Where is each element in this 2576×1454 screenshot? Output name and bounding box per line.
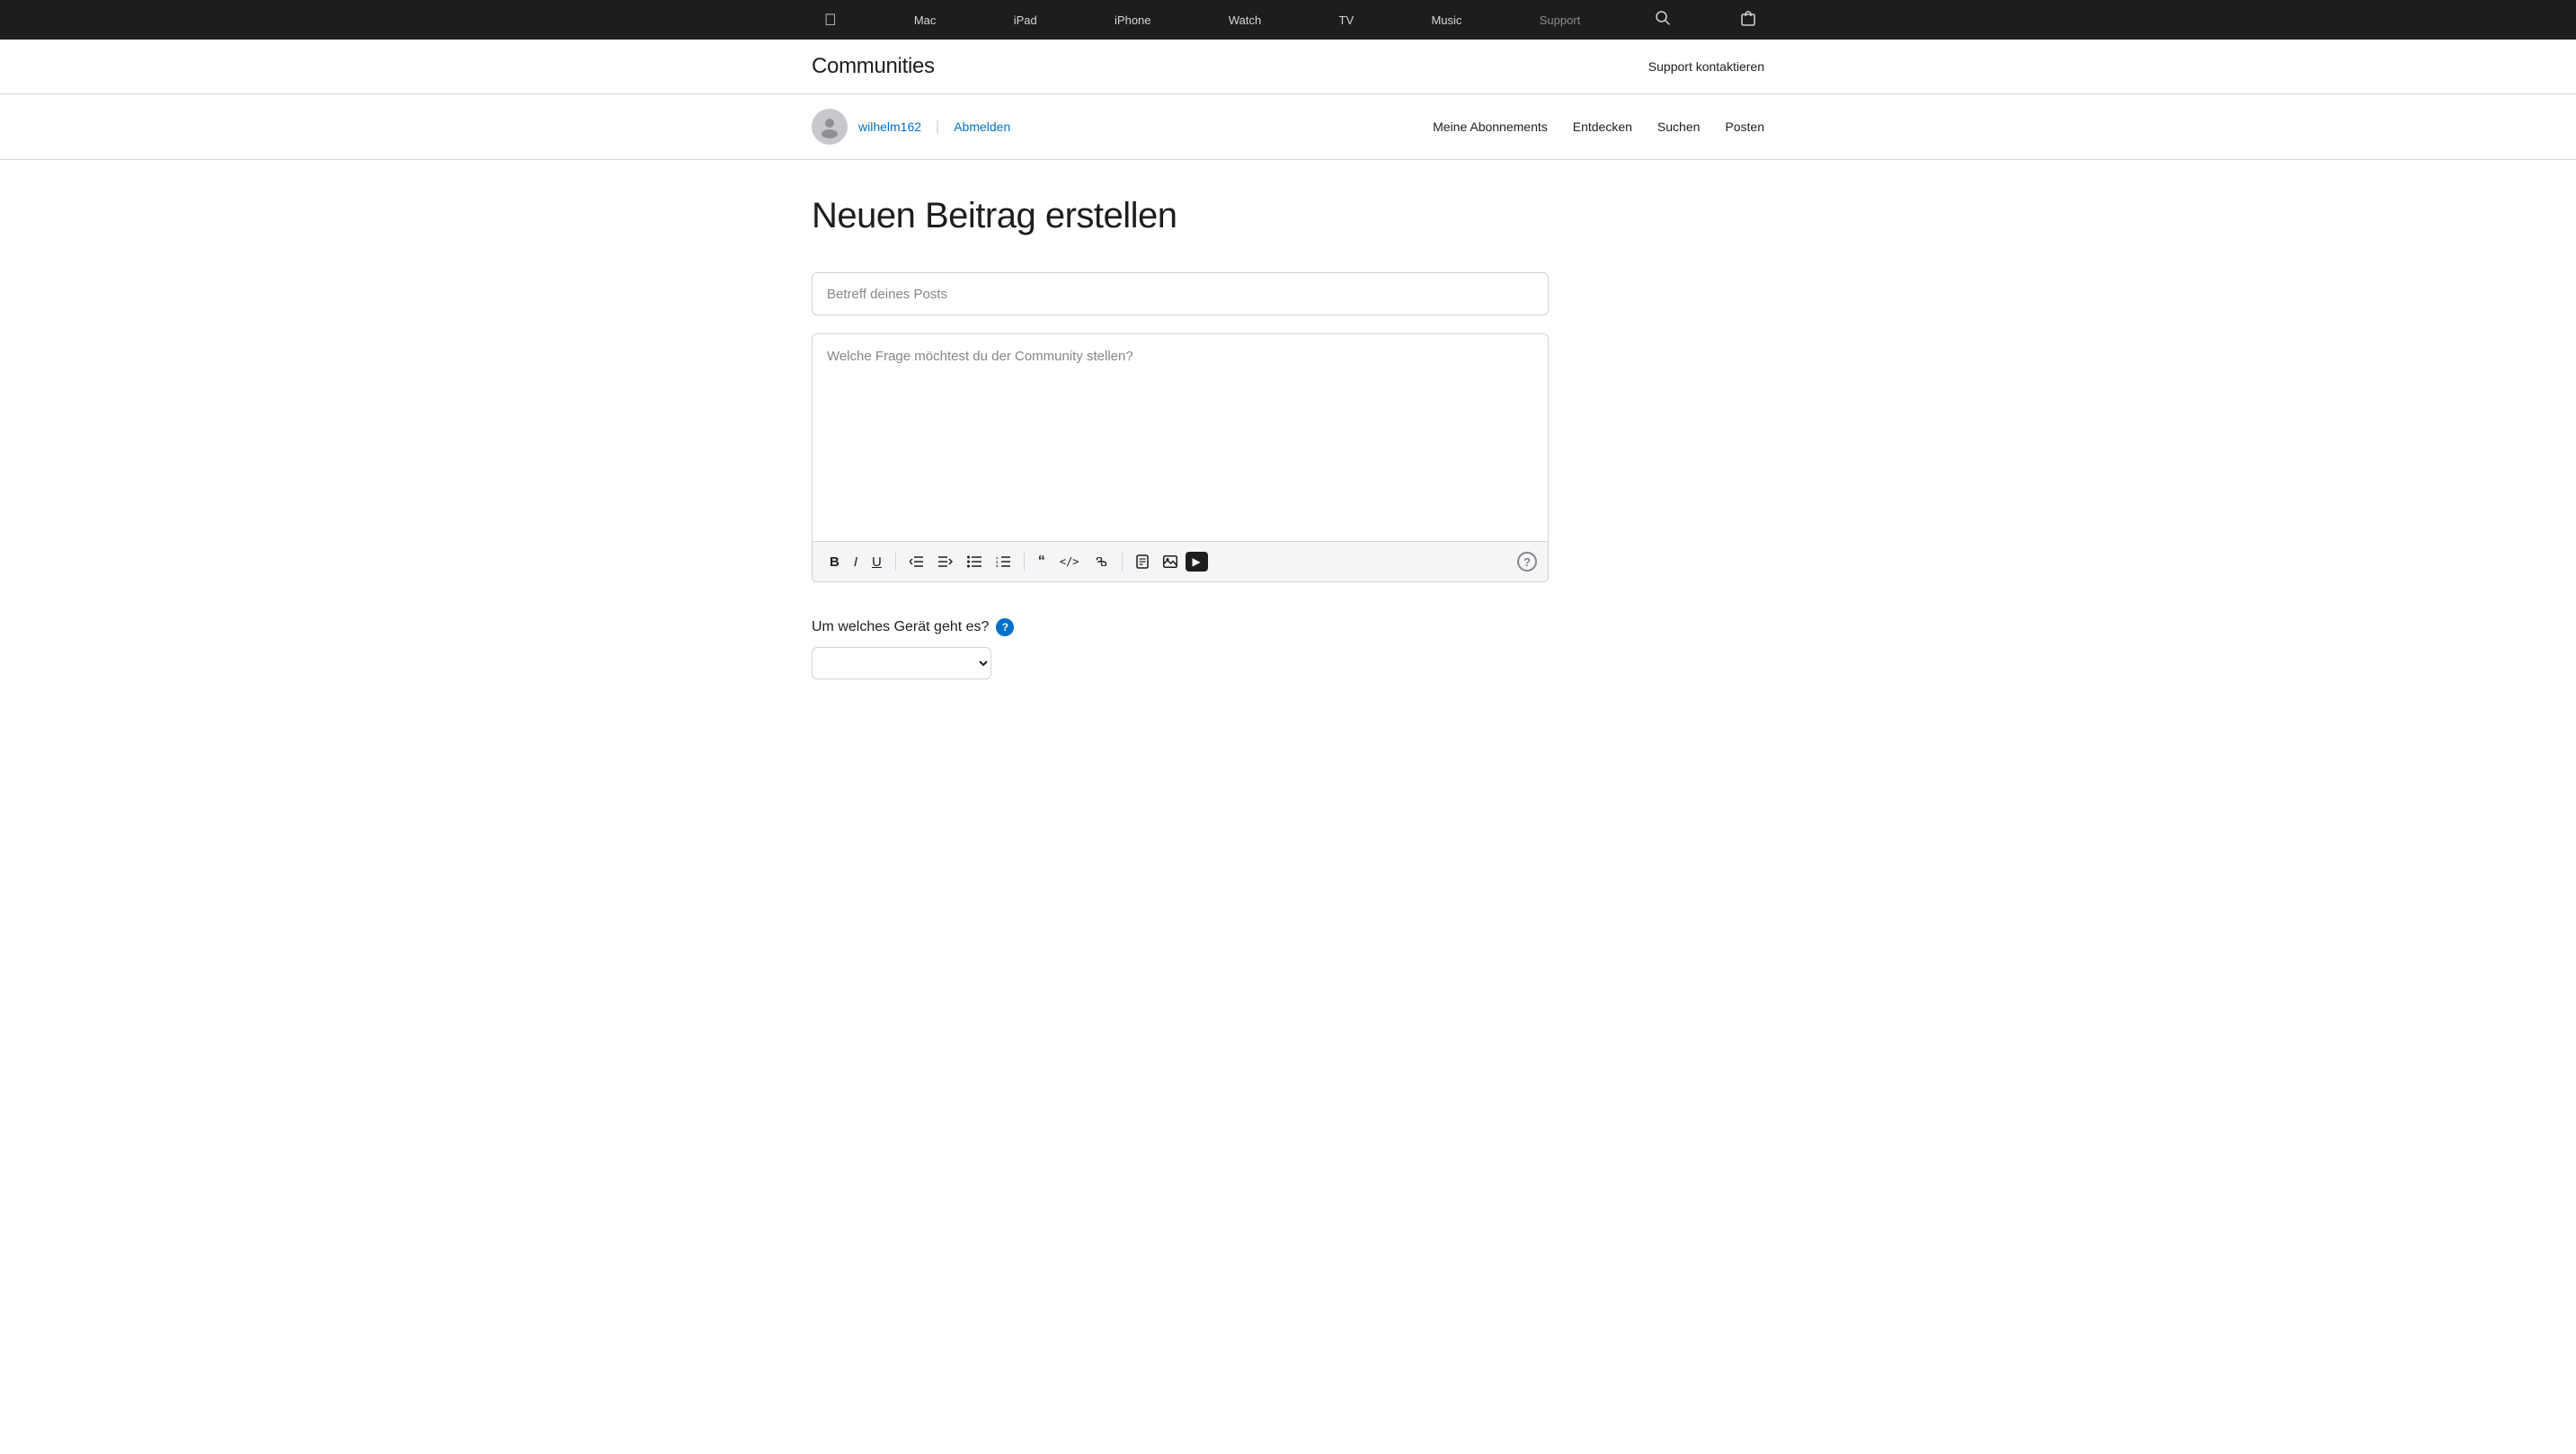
code-button[interactable]: </> — [1053, 551, 1086, 572]
blockquote-button[interactable]: “ — [1032, 549, 1052, 574]
user-info: wilhelm162 | Abmelden — [812, 109, 1010, 145]
page-title: Neuen Beitrag erstellen — [812, 196, 1764, 236]
ordered-list-button[interactable]: 1. 2. 3. — [990, 551, 1017, 572]
user-bar: wilhelm162 | Abmelden Meine Abonnements … — [0, 94, 2576, 160]
bag-icon[interactable] — [1732, 10, 1764, 31]
body-textarea[interactable] — [813, 334, 1548, 541]
top-navigation:  Mac iPad iPhone Watch TV Music Support — [0, 0, 2576, 40]
unordered-list-button[interactable] — [961, 551, 988, 572]
device-help-icon[interactable]: ? — [996, 618, 1014, 636]
main-content: Neuen Beitrag erstellen B I U — [794, 160, 1782, 733]
search-icon[interactable] — [1646, 10, 1680, 31]
nav-item-music[interactable]: Music — [1418, 13, 1474, 27]
abmelden-link[interactable]: Abmelden — [954, 120, 1010, 134]
nav-item-support[interactable]: Support — [1527, 13, 1594, 27]
editor-toolbar: B I U — [813, 541, 1548, 581]
meine-abonnements-link[interactable]: Meine Abonnements — [1433, 120, 1548, 134]
nav-item-tv[interactable]: TV — [1327, 13, 1367, 27]
device-label-text: Um welches Gerät geht es? — [812, 619, 989, 635]
device-dropdown[interactable] — [812, 647, 991, 679]
nav-item-watch[interactable]: Watch — [1216, 13, 1274, 27]
document-button[interactable] — [1130, 550, 1155, 573]
nav-item-ipad[interactable]: iPad — [1001, 13, 1050, 27]
svg-text:3.: 3. — [996, 563, 999, 568]
user-separator: | — [936, 119, 939, 135]
editor-box: B I U — [812, 333, 1549, 582]
support-kontaktieren-link[interactable]: Support kontaktieren — [1648, 59, 1764, 74]
avatar — [812, 109, 848, 145]
device-section: Um welches Gerät geht es? ? — [812, 618, 1764, 679]
communities-header: Communities Support kontaktieren — [0, 40, 2576, 94]
suchen-link[interactable]: Suchen — [1657, 120, 1700, 134]
bold-button[interactable]: B — [823, 550, 846, 574]
entdecken-link[interactable]: Entdecken — [1573, 120, 1632, 134]
toolbar-separator-2 — [1024, 553, 1025, 571]
link-button[interactable] — [1088, 553, 1115, 571]
indent-button[interactable] — [932, 551, 959, 572]
image-button[interactable] — [1157, 551, 1184, 572]
toolbar-separator-3 — [1122, 553, 1123, 571]
apple-logo-icon[interactable]:  — [812, 11, 849, 30]
subject-input[interactable] — [812, 272, 1549, 315]
user-nav: Meine Abonnements Entdecken Suchen Poste… — [1433, 120, 1764, 134]
underline-button[interactable]: U — [866, 550, 888, 574]
nav-item-iphone[interactable]: iPhone — [1102, 13, 1163, 27]
toolbar-help-icon[interactable]: ? — [1517, 552, 1537, 572]
toolbar-separator-1 — [895, 553, 896, 571]
communities-title: Communities — [812, 54, 935, 79]
nav-item-mac[interactable]: Mac — [902, 13, 949, 27]
outdent-button[interactable] — [903, 551, 930, 572]
username-link[interactable]: wilhelm162 — [858, 120, 921, 134]
posten-link[interactable]: Posten — [1725, 120, 1764, 134]
italic-button[interactable]: I — [848, 550, 864, 574]
video-button[interactable]: ▶ — [1186, 552, 1208, 572]
